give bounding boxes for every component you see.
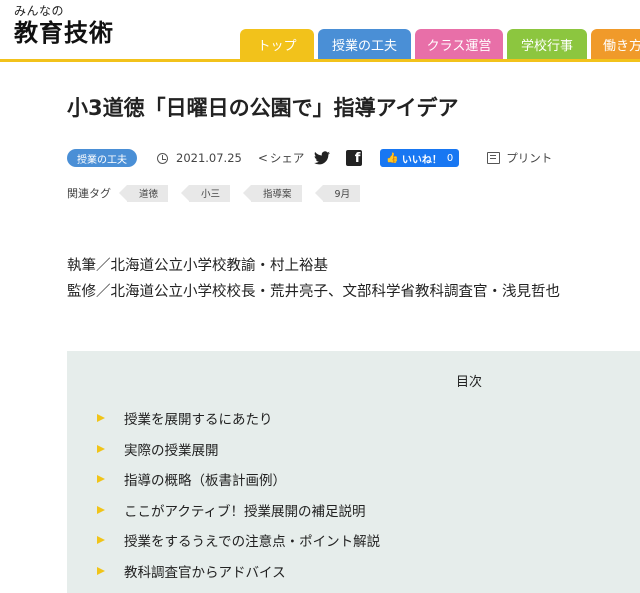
print-label: プリント: [506, 151, 553, 165]
tag-item[interactable]: 小三: [181, 184, 231, 202]
tags-label: 関連タグ: [67, 187, 111, 200]
printer-icon: [487, 152, 501, 164]
nav-tab-lesson-ideas[interactable]: 授業の工夫: [318, 29, 411, 60]
toc-item-label: 教科調査官からアドバイス: [124, 564, 286, 581]
logo-small-text: みんなの: [14, 4, 65, 18]
site-logo[interactable]: みんなの 教育技術: [14, 4, 114, 48]
category-badge[interactable]: 授業の工夫: [67, 149, 137, 167]
toc-item[interactable]: 授業を展開するにあたり: [97, 403, 380, 434]
logo-main-text: 教育技術: [14, 19, 114, 47]
triangle-bullet-icon: [97, 536, 105, 545]
article-meta: 授業の工夫 2021.07.25 < シェア f 👍 いいね！ 0 プリント: [67, 149, 552, 167]
toc-item[interactable]: 実際の授業展開: [97, 434, 380, 465]
toc-list: 授業を展開するにあたり 実際の授業展開 指導の概略（板書計画例） ここがアクティ…: [97, 403, 380, 586]
toc-item[interactable]: 指導の概略（板書計画例）: [97, 464, 380, 495]
share-text: シェア: [269, 151, 305, 165]
tag-item[interactable]: 指導案: [243, 184, 302, 202]
triangle-bullet-icon: [97, 475, 105, 484]
clock-icon: [157, 152, 168, 164]
triangle-bullet-icon: [97, 566, 105, 575]
toc-item-label: 指導の概略（板書計画例）: [124, 473, 286, 490]
twitter-icon[interactable]: [314, 151, 331, 165]
toc-item-label: ここがアクティブ！授業展開の補足説明: [124, 503, 366, 520]
nav-tab-label: クラス運営: [426, 39, 492, 54]
related-tags: 関連タグ 道徳 小三 指導案 9月: [67, 184, 381, 202]
toc-title: 目次: [455, 375, 482, 390]
supervisor-line: 監修／北海道公立小学校校長・荒井亮子、文部科学省教科調査官・浅見哲也: [67, 284, 560, 300]
tag-item[interactable]: 道徳: [118, 184, 169, 202]
toc-item[interactable]: ここがアクティブ！授業展開の補足説明: [97, 495, 380, 526]
print-button[interactable]: プリント: [487, 150, 552, 166]
toc-item-label: 実際の授業展開: [124, 442, 219, 459]
tag-item[interactable]: 9月: [314, 184, 361, 202]
nav-tab-work-style[interactable]: 働き方の: [591, 29, 640, 60]
toc-item-label: 授業をするうえでの注意点・ポイント解説: [124, 534, 381, 551]
site-header: みんなの 教育技術 トップ 授業の工夫 クラス運営 学校行事 働き方の: [0, 0, 640, 62]
toc-item[interactable]: 授業をするうえでの注意点・ポイント解説: [97, 525, 380, 556]
like-label: いいね！: [401, 154, 442, 166]
nav-tab-label: トップ: [257, 39, 297, 54]
publish-date-text: 2021.07.25: [176, 151, 242, 165]
nav-tab-class-management[interactable]: クラス運営: [415, 29, 503, 60]
author-line: 執筆／北海道公立小学校教諭・村上裕基: [67, 258, 328, 274]
article-title: 小3道徳「日曜日の公園で」指導アイデア: [67, 96, 459, 120]
nav-tab-label: 授業の工夫: [331, 39, 397, 54]
like-count: 0: [446, 152, 454, 164]
like-button[interactable]: 👍 いいね！ 0: [380, 149, 460, 167]
nav-tab-label: 働き方の: [603, 39, 640, 54]
triangle-bullet-icon: [97, 414, 105, 423]
table-of-contents: 目次 授業を展開するにあたり 実際の授業展開 指導の概略（板書計画例） ここがア…: [67, 351, 640, 593]
share-label: < シェア: [258, 150, 305, 166]
publish-date: 2021.07.25: [157, 151, 242, 165]
nav-tab-school-events[interactable]: 学校行事: [507, 29, 587, 60]
nav-tab-top[interactable]: トップ: [240, 29, 314, 60]
main-nav: トップ 授業の工夫 クラス運営 学校行事 働き方の: [240, 29, 640, 60]
triangle-bullet-icon: [97, 505, 105, 514]
share-icon: <: [257, 151, 268, 165]
toc-item[interactable]: 教科調査官からアドバイス: [97, 556, 380, 587]
thumbs-up-icon: 👍: [386, 152, 399, 164]
facebook-icon[interactable]: f: [346, 150, 363, 166]
toc-item-label: 授業を展開するにあたり: [124, 412, 273, 429]
header-accent-line: [0, 59, 640, 62]
triangle-bullet-icon: [97, 444, 105, 453]
nav-tab-label: 学校行事: [520, 39, 573, 54]
